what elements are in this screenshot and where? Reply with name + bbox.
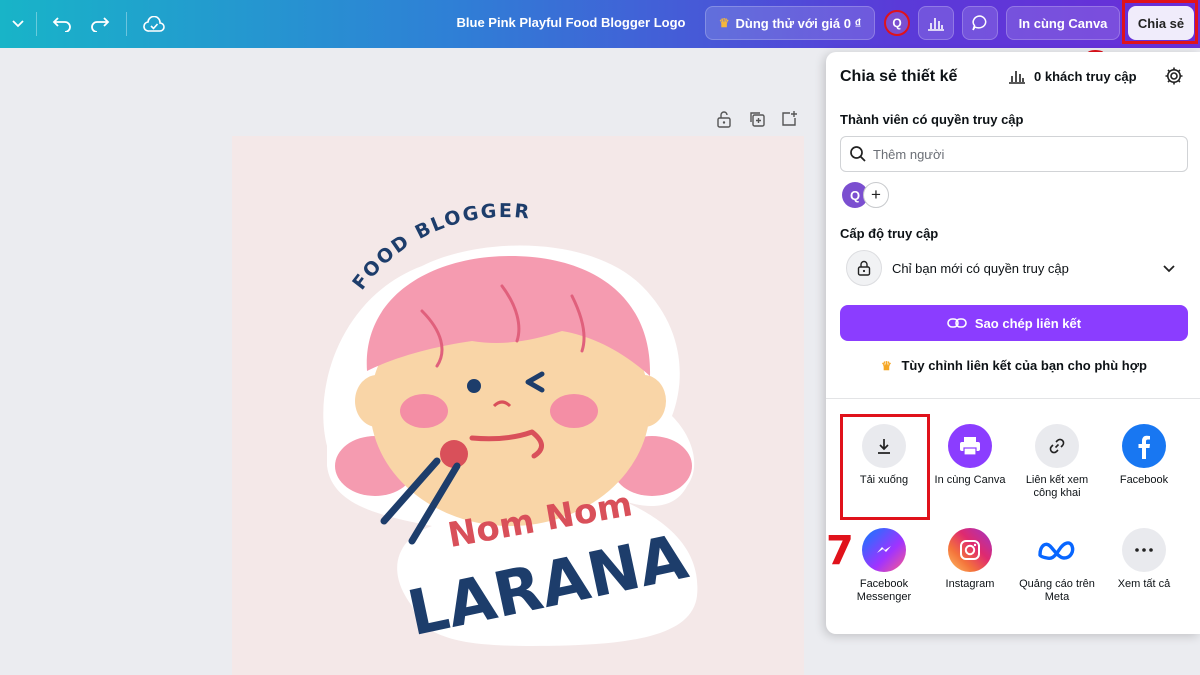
account-avatar-button[interactable]: Q: [880, 6, 914, 40]
undo-icon[interactable]: [48, 10, 76, 38]
toolbar-divider: [126, 12, 127, 36]
free-trial-button[interactable]: ♛ Dùng thử với giá 0 ₫: [705, 6, 875, 40]
share-option-label: Liên kết xem công khai: [1025, 474, 1089, 499]
instagram-icon: [948, 528, 992, 572]
add-member-button[interactable]: +: [863, 182, 889, 208]
access-level-dropdown[interactable]: Chỉ bạn mới có quyền truy cập: [840, 248, 1188, 288]
chevron-down-icon[interactable]: [6, 12, 30, 36]
members-label: Thành viên có quyền truy cập: [840, 112, 1024, 127]
lock-icon: [846, 250, 882, 286]
copy-link-button[interactable]: Sao chép liên kết: [840, 305, 1188, 341]
avatar: Q: [884, 10, 910, 36]
step-number-7: 7: [826, 528, 854, 574]
share-option-facebook[interactable]: Facebook: [1101, 424, 1187, 487]
visits-label: 0 khách truy cập: [1034, 68, 1137, 84]
panel-title: Chia sẻ thiết kế: [840, 68, 958, 85]
link-icon: [1035, 424, 1079, 468]
printer-icon: [948, 424, 992, 468]
customize-link-button[interactable]: ♛ Tùy chỉnh liên kết của bạn cho phù hợp: [840, 358, 1188, 373]
add-page-icon[interactable]: [780, 110, 798, 128]
share-option-print[interactable]: In cùng Canva: [927, 424, 1013, 487]
document-title[interactable]: Blue Pink Playful Food Blogger Logo: [440, 15, 702, 30]
toolbar-divider: [36, 12, 37, 36]
share-option-label: Xem tất cả: [1117, 578, 1171, 590]
duplicate-page-icon[interactable]: [748, 110, 766, 128]
add-people-field[interactable]: [840, 136, 1188, 172]
customize-link-label: Tùy chỉnh liên kết của bạn cho phù hợp: [901, 358, 1147, 373]
access-level-value: Chỉ bạn mới có quyền truy cập: [892, 260, 1069, 276]
more-icon: [1122, 528, 1166, 572]
access-level-label: Cấp độ truy cập: [840, 226, 939, 241]
top-toolbar: Blue Pink Playful Food Blogger Logo ♛ Dù…: [0, 0, 1200, 48]
crown-icon: ♛: [881, 359, 892, 373]
comments-button[interactable]: [962, 6, 998, 40]
cloud-saved-icon[interactable]: [140, 10, 168, 38]
food-blogger-logo: FOOD BLOGGER Nom Nom LARANA: [323, 200, 698, 650]
gear-icon[interactable]: [1164, 66, 1184, 91]
chevron-down-icon: [1163, 264, 1175, 272]
share-option-meta-ads[interactable]: Quảng cáo trên Meta: [1014, 528, 1100, 604]
crown-icon: ♛: [718, 16, 730, 30]
share-panel: Chia sẻ thiết kế 0 khách truy cập Thành …: [826, 52, 1200, 634]
bar-chart-icon: [1009, 71, 1025, 84]
visits-counter[interactable]: 0 khách truy cập: [1008, 68, 1137, 84]
bar-chart-icon: [928, 18, 944, 31]
share-option-see-all[interactable]: Xem tất cả: [1101, 528, 1187, 591]
search-icon: [850, 146, 866, 162]
page-tools: [716, 110, 798, 128]
print-with-canva-button[interactable]: In cùng Canva: [1006, 6, 1120, 40]
share-option-label: Instagram: [945, 578, 995, 590]
facebook-icon: [1122, 424, 1166, 468]
copy-link-label: Sao chép liên kết: [974, 315, 1082, 331]
add-people-input[interactable]: [873, 146, 1173, 162]
share-option-messenger[interactable]: Facebook Messenger: [841, 528, 927, 604]
link-icon: [947, 318, 967, 328]
comment-icon: [972, 15, 987, 31]
free-trial-label: Dùng thử với giá 0 ₫: [735, 15, 862, 31]
share-option-label: Quảng cáo trên Meta: [1019, 578, 1095, 603]
share-option-label: Facebook Messenger: [856, 578, 912, 603]
share-option-label: Facebook: [1119, 474, 1169, 486]
plus-icon: +: [871, 185, 881, 204]
lock-page-icon[interactable]: [716, 110, 734, 128]
divider: [826, 398, 1200, 399]
highlight-box-share: [1122, 0, 1198, 44]
analytics-button[interactable]: [918, 6, 954, 40]
share-option-instagram[interactable]: Instagram: [927, 528, 1013, 591]
messenger-icon: [862, 528, 906, 572]
highlight-box-download: [840, 414, 930, 520]
share-option-public-link[interactable]: Liên kết xem công khai: [1014, 424, 1100, 500]
redo-icon[interactable]: [86, 10, 114, 38]
share-option-label: In cùng Canva: [934, 474, 1006, 486]
design-page[interactable]: FOOD BLOGGER Nom Nom LARANA: [232, 136, 804, 675]
meta-icon: [1035, 528, 1079, 572]
